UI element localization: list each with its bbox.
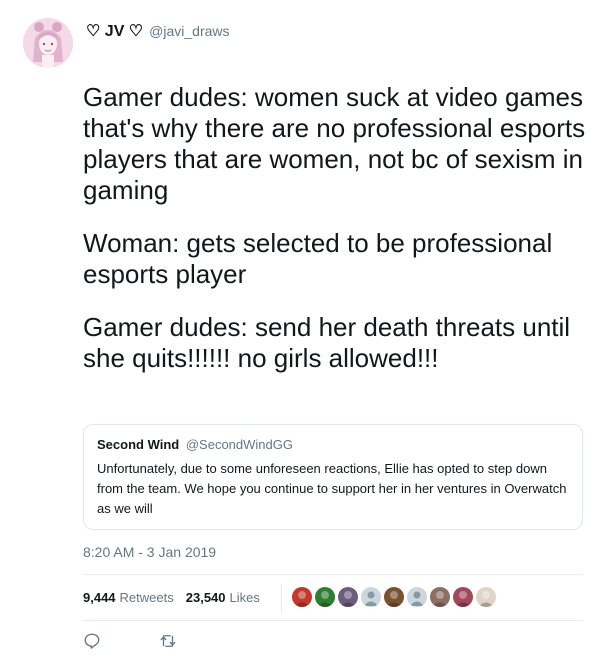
stats-separator — [281, 584, 282, 614]
default-avatar-icon[interactable] — [361, 587, 381, 607]
likes-stat[interactable]: 23,540 Likes — [186, 590, 260, 605]
liker-avatar-icon[interactable] — [315, 587, 335, 607]
default-avatar-icon[interactable] — [407, 587, 427, 607]
author-handle[interactable]: @javi_draws — [149, 23, 229, 39]
quoted-tweet-header: Second Wind @SecondWindGG — [97, 437, 568, 452]
quoted-author-handle: @SecondWindGG — [185, 437, 293, 452]
liker-avatar-icon[interactable] — [384, 587, 404, 607]
retweet-icon[interactable] — [159, 632, 177, 650]
liker-avatars — [292, 587, 499, 607]
liker-avatar-icon[interactable] — [453, 587, 473, 607]
avatar-illustration-icon — [23, 18, 73, 68]
retweets-label: Retweets — [119, 590, 174, 605]
likes-count: 23,540 — [185, 590, 226, 605]
liker-avatar-icon[interactable] — [476, 587, 496, 607]
tweet-paragraph: Woman: gets selected to be professional … — [83, 228, 553, 289]
divider — [83, 574, 583, 575]
reply-icon[interactable] — [83, 632, 101, 650]
tweet-actions — [83, 632, 177, 650]
retweets-stat[interactable]: 9,444 Retweets — [83, 590, 174, 605]
divider — [83, 620, 583, 621]
tweet-stats: 9,444 Retweets 23,540 Likes — [83, 590, 260, 605]
tweet-timestamp[interactable]: 8:20 AM - 3 Jan 2019 — [83, 544, 216, 560]
tweet-paragraph: Gamer dudes: send her death threats unti… — [83, 312, 571, 373]
likes-label: Likes — [229, 590, 260, 605]
tweet-text: Gamer dudes: women suck at video games t… — [83, 82, 593, 396]
liker-avatar-icon[interactable] — [430, 587, 450, 607]
tweet-paragraph: Gamer dudes: women suck at video games t… — [83, 82, 586, 205]
retweets-count: 9,444 — [83, 590, 116, 605]
liker-avatar-icon[interactable] — [292, 587, 312, 607]
liker-avatar-icon[interactable] — [338, 587, 358, 607]
author-name[interactable]: ♡ JV ♡ — [86, 21, 143, 41]
tweet-header: ♡ JV ♡ @javi_draws — [86, 21, 230, 41]
author-avatar[interactable] — [23, 18, 73, 68]
quoted-tweet[interactable]: Second Wind @SecondWindGG Unfortunately,… — [83, 424, 583, 530]
quoted-tweet-text: Unfortunately, due to some unforeseen re… — [97, 461, 567, 516]
quoted-author-name: Second Wind — [97, 437, 180, 452]
